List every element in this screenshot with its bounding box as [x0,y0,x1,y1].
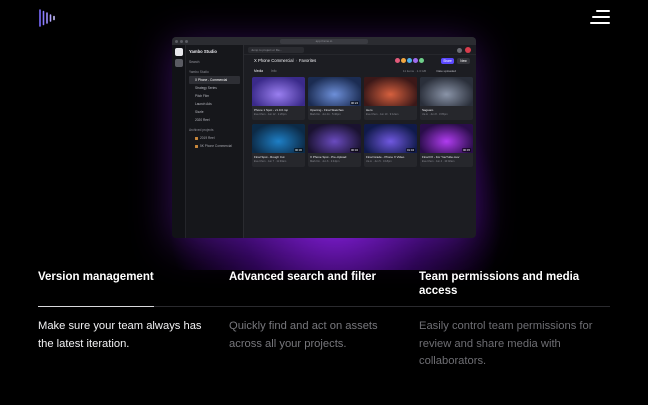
asset-meta: Mark Do · Jun 11 · 5:40pm [310,113,341,116]
share-button[interactable]: Share [441,57,454,64]
asset-meta: Eva Chen · Jun 12 · 1:20pm [254,113,287,116]
asset-duration: 00:32 [350,148,359,152]
feature-description: Quickly find and act on assets across al… [229,320,378,350]
avatar [401,58,406,63]
avatar [407,58,412,63]
app-sidebar: Yambo Studio Search Yambo Studio X Phone… [172,45,244,238]
workspace-rail [172,45,186,238]
sort-dropdown[interactable]: Date uploaded [436,68,456,74]
asset-meta: Eva Chen · Jun 7 · 11:30am [254,160,287,163]
asset-card[interactable]: Saguaro Jia Li · Jun 8 · 3:05pm [420,77,473,120]
project-item[interactable]: X Phone - Commercial [189,76,240,84]
minimize-dot [180,39,183,43]
feature-description: Easily control team permissions for revi… [419,320,593,367]
asset-thumbnail [364,77,417,106]
workspace-avatar[interactable] [174,59,183,67]
app-topbar: Jump to project or file... [244,45,476,55]
asset-thumbnail [252,77,305,106]
tab-info[interactable]: Info [271,68,277,74]
asset-card[interactable]: Phone 1 Spot - v1.0.0.mp Eva Chen · Jun 1… [252,77,305,120]
team-name[interactable]: Yambo Studio [189,48,240,56]
asset-card[interactable]: 00:30 Final Spot - Rough Cut Eva Chen · Ju… [252,124,305,167]
project-item[interactable]: 2020 Reel [189,116,240,124]
asset-thumbnail [420,77,473,106]
feature-team-permissions[interactable]: Team permissions and media access Easily… [419,270,609,367]
asset-card[interactable]: 00:32 X Phone Spot - Pre-Upload Mark Do · … [308,124,361,167]
asset-thumbnail: 00:32 [308,124,361,153]
feature-advanced-search[interactable]: Advanced search and filter Quickly find … [229,270,409,350]
maximize-dot [185,39,188,43]
project-item[interactable]: Pitch Film [189,92,240,100]
workspace-avatar[interactable] [174,48,183,56]
projects-group-label: Yambo Studio [189,70,209,74]
asset-meta: Eva Chen · Jun 4 · 10:02am [422,160,455,163]
menu-line [596,10,610,12]
tab-media[interactable]: Media [254,68,263,74]
avatar [419,58,424,63]
window-titlebar: app.frame.io [172,37,476,45]
project-item[interactable]: Launch Ads [189,100,240,108]
user-avatar[interactable] [465,47,471,53]
hamburger-menu-icon[interactable] [590,10,610,25]
asset-meta: Mark Do · Jun 6 · 2:44pm [310,160,340,163]
notification-bell-icon[interactable] [457,47,462,53]
asset-thumbnail: 01:04 [364,124,417,153]
feature-version-management[interactable]: Version management Make sure your team a… [38,270,218,350]
sidebar-search[interactable]: Search [189,58,240,66]
asset-duration: 00:24 [350,101,359,105]
asset-meta: Jia Li · Jun 8 · 3:05pm [422,113,448,116]
avatar [395,58,400,63]
avatar [413,58,418,63]
sound-wave-logo-icon[interactable] [38,9,58,27]
collaborator-avatars [395,58,424,63]
asset-meta: Eva Chen · Jun 10 · 9:12am [366,113,399,116]
breadcrumb: X Phone Commercial › Favorites [254,58,317,63]
asset-duration: 01:04 [406,148,415,152]
folder-header: X Phone Commercial › Favorites Share New [244,55,476,67]
global-search-input[interactable]: Jump to project or file... [248,47,304,53]
asset-thumbnail: 00:45 [420,124,473,153]
asset-duration: 00:45 [462,148,471,152]
asset-card[interactable]: 00:24 Opening - Final Sketches Mark Do · J… [308,77,361,120]
app-window-screenshot: app.frame.io Yambo Studio Search Yambo S… [172,37,476,238]
asset-duration: 00:30 [294,148,303,152]
active-feature-indicator [38,306,154,307]
asset-grid: Phone 1 Spot - v1.0.0.mp Eva Chen · Jun 1… [252,77,474,167]
feature-title: Team permissions and media access [419,271,580,297]
archived-project-item[interactable]: 5K Phone Commercial [189,142,240,150]
url-bar: app.frame.io [280,38,368,44]
breadcrumb-project[interactable]: X Phone Commercial [254,58,294,63]
project-item[interactable]: Strategy Series [189,84,240,92]
menu-line [592,16,610,18]
menu-line [590,22,610,24]
new-button[interactable]: New [457,57,470,64]
asset-card[interactable]: Hero Eva Chen · Jun 10 · 9:12am [364,77,417,120]
project-item[interactable]: Sizzle [189,108,240,116]
project-list: Yambo Studio Search Yambo Studio X Phone… [186,45,243,238]
asset-meta: Jia Li · Jun 5 · 4:18pm [366,160,392,163]
asset-thumbnail: 00:24 [308,77,361,106]
feature-title: Version management [38,271,154,283]
feature-description: Make sure your team always has the lates… [38,320,202,350]
close-dot [175,39,178,43]
folder-meta: 11 items · 1.3 GB [402,69,426,73]
asset-thumbnail: 00:30 [252,124,305,153]
asset-card[interactable]: 00:45 Final FX - For YouTube.mov Eva Chen … [420,124,473,167]
archived-project-item[interactable]: 2019 Reel [189,134,240,142]
asset-card[interactable]: 01:04 Final Grade - Phone X Video Jia Li ·… [364,124,417,167]
view-tabs: Media Info 11 items · 1.3 GB Date upload… [244,67,476,75]
breadcrumb-folder: Favorites [298,58,317,63]
feature-title: Advanced search and filter [229,271,376,283]
archived-group-label: Archived projects [189,128,214,132]
